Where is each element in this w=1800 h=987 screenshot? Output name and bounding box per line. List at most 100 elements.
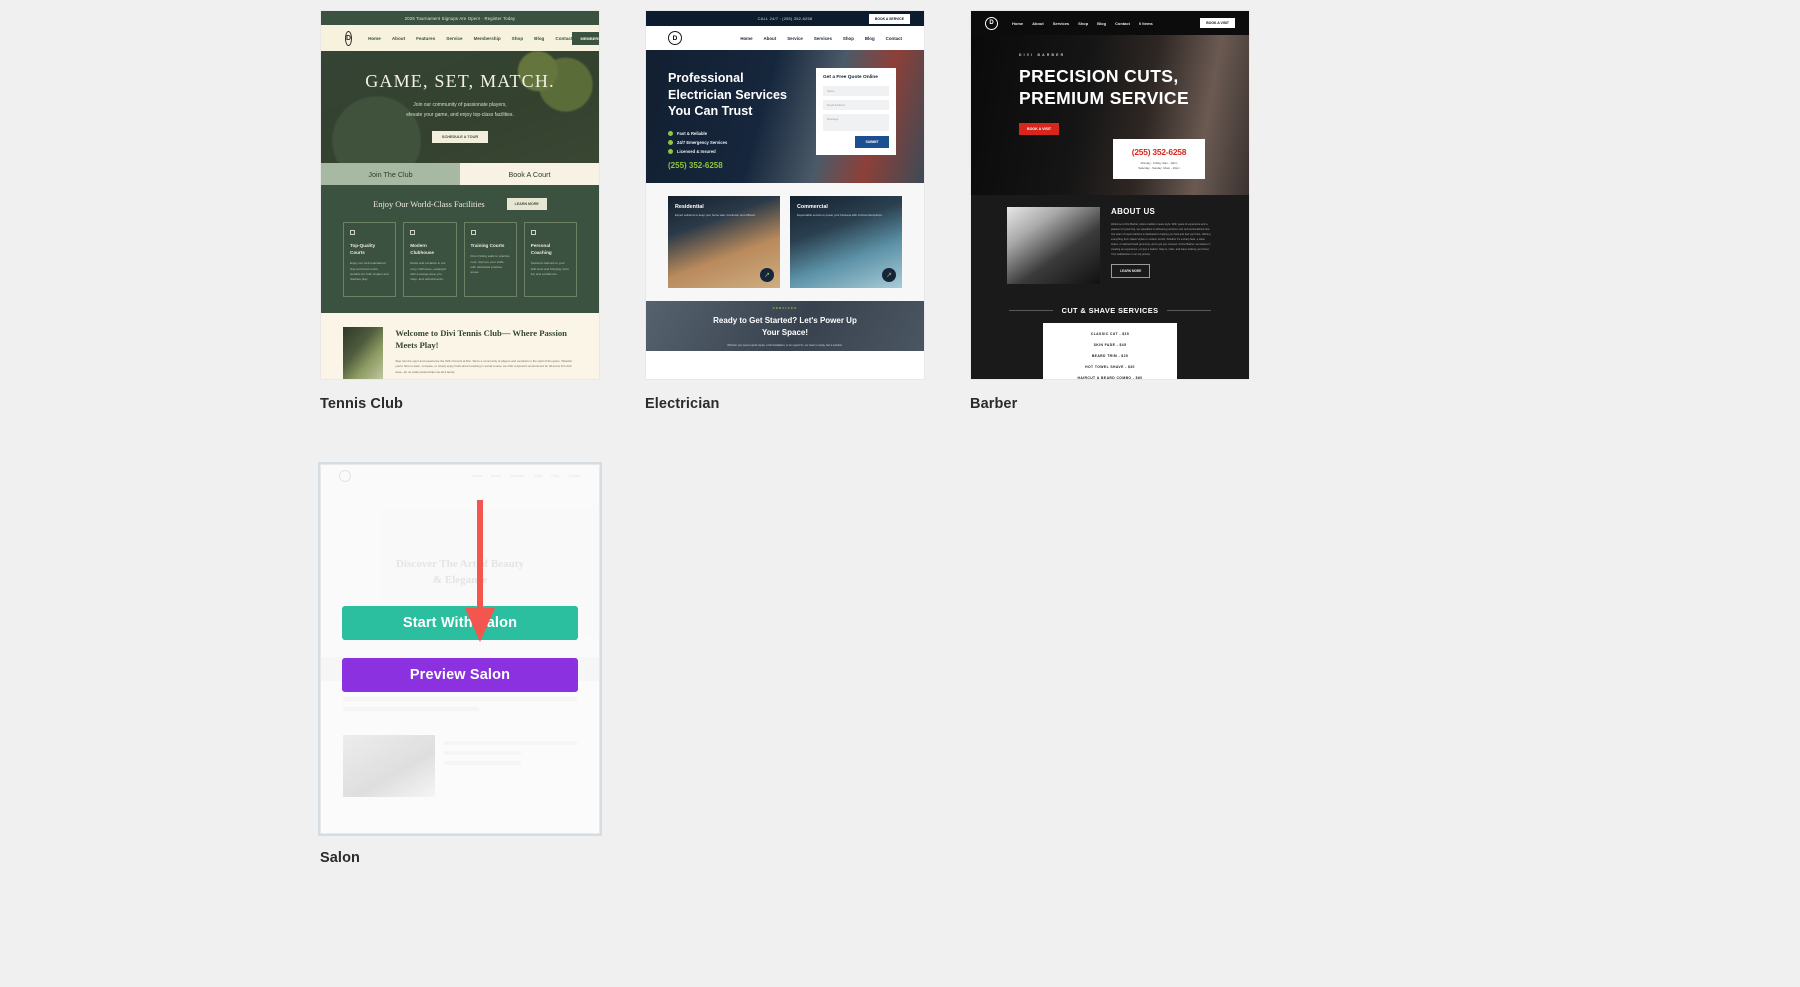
menu-item: Contact bbox=[1115, 21, 1130, 26]
electrician-topbar-phone: CALL 24/7 : (255) 352-6258 bbox=[758, 16, 813, 21]
check-icon bbox=[668, 131, 673, 136]
tennis-announcement-bar: 2025 Tournament Signups Are Open! · Regi… bbox=[321, 11, 599, 25]
template-card-electrician[interactable]: CALL 24/7 : (255) 352-6258 BOOK A SERVIC… bbox=[645, 10, 925, 412]
hero-title-line-3: You Can Trust bbox=[668, 104, 752, 118]
hero-title-line-1: Professional bbox=[668, 71, 744, 85]
divider-left bbox=[1009, 310, 1053, 311]
template-label-electrician: Electrician bbox=[645, 396, 925, 412]
tennis-hero-sub-1: Join our community of passionate players… bbox=[413, 102, 506, 108]
tennis-features-title: Enjoy Our World-Class Facilities bbox=[373, 200, 485, 209]
menu-item: Blog bbox=[1097, 21, 1106, 26]
template-thumbnail-electrician[interactable]: CALL 24/7 : (255) 352-6258 BOOK A SERVIC… bbox=[645, 10, 925, 380]
price-item: CLASSIC CUT - $35 bbox=[1043, 332, 1177, 336]
service-card-commercial: Commercial Dependable service to power y… bbox=[790, 196, 902, 288]
barber-about-body: Welcome to Divi Barber, where tradition … bbox=[1111, 222, 1213, 257]
electrician-topbar-button: BOOK A SERVICE bbox=[869, 14, 910, 24]
divi-logo-icon: D bbox=[985, 17, 998, 30]
template-thumbnail-tennis-club[interactable]: 2025 Tournament Signups Are Open! · Regi… bbox=[320, 10, 600, 380]
menu-item: Blog bbox=[534, 36, 544, 41]
template-thumbnail-salon[interactable]: Home About Services Shop Blog Contact Di… bbox=[320, 464, 600, 834]
preview-salon-button[interactable]: Preview Salon bbox=[342, 658, 578, 692]
barber-about-image bbox=[1007, 207, 1100, 284]
barber-nav-button: BOOK A VISIT bbox=[1200, 18, 1235, 28]
tennis-feature-cards: Top-Quality Courts Enjoy our well-mainta… bbox=[343, 222, 577, 297]
menu-item: Blog bbox=[865, 36, 875, 41]
barber-phone: (255) 352-6258 bbox=[1119, 147, 1199, 157]
electrician-hero-phone: (255) 352-6258 bbox=[668, 161, 924, 170]
template-row-2: Home About Services Shop Blog Contact Di… bbox=[320, 464, 1480, 866]
coaching-icon bbox=[531, 230, 536, 235]
template-card-salon[interactable]: Home About Services Shop Blog Contact Di… bbox=[320, 464, 600, 866]
price-item: SKIN FADE - $45 bbox=[1043, 343, 1177, 347]
feature-card: Training Courts From hitting walls to pr… bbox=[464, 222, 517, 297]
tennis-features-header: Enjoy Our World-Class Facilities LEARN M… bbox=[343, 198, 577, 210]
feature-desc: Enjoy our well-maintained clay and hard … bbox=[350, 261, 389, 283]
menu-item: About bbox=[764, 36, 777, 41]
quote-form-title: Get a Free Quote Online bbox=[823, 75, 889, 80]
check-icon bbox=[668, 140, 673, 145]
menu-item: About bbox=[1032, 21, 1044, 26]
electrician-services: Residential Expert solutions to keep you… bbox=[646, 183, 924, 301]
barber-learn-more-button: LEARN MORE bbox=[1111, 264, 1150, 278]
barber-menu: Home About Services Shop Blog Contact 0 … bbox=[1012, 21, 1153, 26]
tennis-hero-subtitle: Join our community of passionate players… bbox=[406, 101, 514, 120]
tennis-features-button: LEARN MORE bbox=[507, 198, 547, 210]
hero-title-line-2: PREMIUM SERVICE bbox=[1019, 88, 1189, 108]
service-title: Residential bbox=[668, 196, 780, 210]
electrician-navbar: D Home About Service Services Shop Blog … bbox=[646, 26, 924, 50]
template-label-barber: Barber bbox=[970, 396, 1250, 412]
barber-navbar: D Home About Services Shop Blog Contact … bbox=[971, 11, 1249, 35]
hero-title-line-2: Electrician Services bbox=[668, 88, 787, 102]
arrow-right-icon: ↗ bbox=[760, 268, 774, 282]
cta-title-line-2: Your Space! bbox=[762, 328, 808, 337]
template-card-barber[interactable]: D Home About Services Shop Blog Contact … bbox=[970, 10, 1250, 412]
barber-hours-card: (255) 352-6258 Monday - Friday: 9am - 10… bbox=[1113, 139, 1205, 179]
tennis-announcement-text: 2025 Tournament Signups Are Open! · Regi… bbox=[405, 16, 515, 21]
hours-line-1: Monday - Friday: 9am - 10pm bbox=[1141, 161, 1178, 165]
menu-item: Home bbox=[368, 36, 381, 41]
barber-hours: Monday - Friday: 9am - 10pm Saturday - S… bbox=[1119, 161, 1199, 171]
electrician-menu: Home About Service Services Shop Blog Co… bbox=[740, 36, 902, 41]
feature-desc: From hitting walls to practice nets, imp… bbox=[471, 254, 510, 276]
barber-services-section: CUT & SHAVE SERVICES CLASSIC CUT - $35 S… bbox=[971, 298, 1249, 380]
annotation-arrow-icon bbox=[460, 500, 500, 650]
barber-price-list: CLASSIC CUT - $35 SKIN FADE - $45 BEARD … bbox=[1043, 323, 1177, 380]
menu-item: Contact bbox=[886, 36, 902, 41]
feature-title: Training Courts bbox=[471, 242, 510, 249]
tennis-about-section: Welcome to Divi Tennis Club— Where Passi… bbox=[321, 313, 599, 380]
tennis-menu: Home About Features Service Membership S… bbox=[368, 36, 572, 41]
barber-services-header: CUT & SHAVE SERVICES bbox=[971, 306, 1249, 315]
barber-about-section: ABOUT US Welcome to Divi Barber, where t… bbox=[971, 195, 1249, 298]
cta-subtext: Whether you need a quick repair, a full … bbox=[727, 344, 842, 347]
menu-item: Service bbox=[787, 36, 803, 41]
court-icon bbox=[350, 230, 355, 235]
feature-title: Top-Quality Courts bbox=[350, 242, 389, 256]
barber-about-text: ABOUT US Welcome to Divi Barber, where t… bbox=[1111, 207, 1213, 284]
tennis-about-text: Welcome to Divi Tennis Club— Where Passi… bbox=[395, 327, 577, 380]
menu-item: Services bbox=[814, 36, 832, 41]
tennis-hero-title: GAME, SET, MATCH. bbox=[365, 71, 555, 92]
tennis-features-section: Enjoy Our World-Class Facilities LEARN M… bbox=[321, 185, 599, 313]
bullet-label: 24/7 Emergency Services bbox=[677, 140, 727, 145]
template-card-tennis-club[interactable]: 2025 Tournament Signups Are Open! · Regi… bbox=[320, 10, 600, 412]
menu-item: Shop bbox=[512, 36, 523, 41]
check-icon bbox=[668, 149, 673, 154]
service-desc: Dependable service to power your busines… bbox=[790, 210, 902, 217]
feature-title: Personal Coaching bbox=[531, 242, 570, 256]
barber-services-title: CUT & SHAVE SERVICES bbox=[1062, 306, 1159, 315]
menu-item: Home bbox=[740, 36, 752, 41]
price-item: HAIRCUT & BEARD COMBO - $60 bbox=[1043, 376, 1177, 380]
tennis-nav-cta: MEMBERSHIPS bbox=[572, 32, 600, 45]
clubhouse-icon bbox=[410, 230, 415, 235]
service-card-residential: Residential Expert solutions to keep you… bbox=[668, 196, 780, 288]
quote-submit-button: SUBMIT bbox=[855, 136, 889, 148]
hours-line-2: Saturday - Sunday: 10am - 10pm bbox=[1138, 166, 1179, 170]
service-title: Commercial bbox=[790, 196, 902, 210]
electrician-cta: SERVICES Ready to Get Started? Let's Pow… bbox=[646, 301, 924, 351]
tennis-about-image bbox=[343, 327, 383, 380]
hero-title-line-1: PRECISION CUTS, bbox=[1019, 66, 1179, 86]
training-icon bbox=[471, 230, 476, 235]
barber-hero-title: PRECISION CUTS, PREMIUM SERVICE bbox=[1019, 66, 1249, 109]
template-thumbnail-barber[interactable]: D Home About Services Shop Blog Contact … bbox=[970, 10, 1250, 380]
feature-desc: Sessions tailored to your skill level an… bbox=[531, 261, 570, 277]
